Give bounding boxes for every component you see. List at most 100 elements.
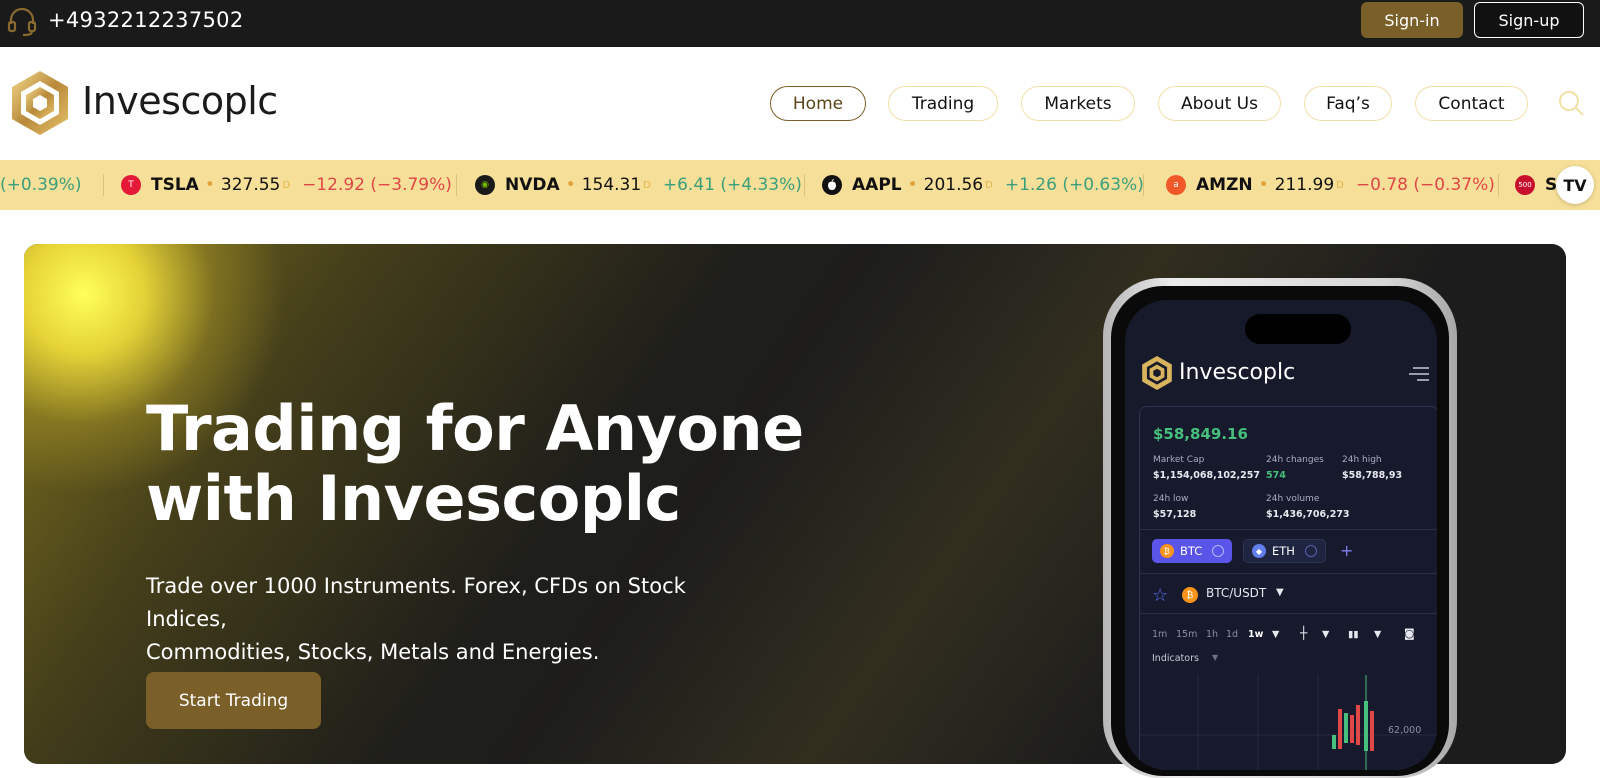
ticker-bullet: • [907,175,918,195]
chip-label: BTC [1180,544,1203,558]
ticker-price: 211.99 [1274,175,1335,195]
price-axis-label: 62,000 [1388,725,1422,736]
btc-price: $58,849.16 [1153,425,1248,443]
ticker-price: 327.55 [220,175,281,195]
apple-glyph-icon [828,179,836,190]
market-stats-card: $58,849.16 Market Cap $1,154,068,102,257… [1139,406,1437,770]
hero-subtitle-line-1: Trade over 1000 Instruments. Forex, CFDs… [146,574,686,631]
headset-icon [7,7,37,37]
chart-candle [1370,711,1374,751]
trading-pair: BTC/USDT [1206,586,1267,600]
ticker-partial-item[interactable]: (+0.39%) [0,160,82,210]
change-label: 24h changes [1266,455,1324,465]
phone-number[interactable]: +4932212237502 [48,8,244,32]
chart-candle [1350,715,1354,743]
phone-screen: Invescoplc $58,849.16 Market Cap $1,154,… [1125,300,1437,770]
chevron-down-icon: ▼ [1322,629,1330,640]
bitcoin-icon: ₿ [1182,587,1198,603]
hero-title-line-1: Trading for Anyone [146,392,804,465]
chevron-down-icon: ▼ [1272,629,1280,640]
high-label: 24h high [1342,455,1382,465]
volume-label: 24h volume [1266,494,1320,504]
low-value: $57,128 [1153,509,1197,520]
chip-btc: ₿ BTC [1152,539,1233,563]
apple-logo-icon [822,175,842,195]
ticker-divider [1498,174,1499,196]
close-circle-icon [1304,545,1317,557]
sign-in-button[interactable]: Sign-in [1361,2,1463,38]
ticker-suffix: D [985,179,993,191]
app-logo-icon [1142,356,1172,390]
nav-trading[interactable]: Trading [888,86,998,121]
high-value: $58,788,93 [1342,470,1403,481]
ticker-divider [103,174,104,196]
chart-candle [1364,701,1368,751]
hero-title: Trading for Anyone with Invescoplc [146,394,846,534]
ticker-symbol: AMZN [1196,175,1253,195]
nav-contact[interactable]: Contact [1415,86,1528,121]
brand-name[interactable]: Invescoplc [82,79,278,123]
sign-up-button[interactable]: Sign-up [1474,2,1584,38]
ticker-bullet: • [1258,175,1269,195]
chip-eth: ◆ ETH [1243,539,1326,563]
ticker-change: +6.41 (+4.33%) [662,175,802,195]
hero-title-line-2: with Invescoplc [146,462,681,535]
phone-notch [1245,314,1351,344]
main-navigation: Invescoplc Home Trading Markets About Us… [0,47,1600,160]
chart-candle [1356,705,1360,745]
market-cap-value: $1,154,068,102,257 [1153,470,1260,481]
mini-candlestick-chart [1140,675,1437,770]
bitcoin-icon: ₿ [1160,544,1174,558]
candlestick-icon: ▮▮ [1348,629,1359,640]
timeframe-15m: 15m [1176,629,1198,640]
amazon-logo-icon: a [1166,175,1186,195]
nav-faqs[interactable]: Faq’s [1304,86,1392,121]
chart-candle [1332,735,1336,749]
ticker-bullet: • [204,175,215,195]
ticker-change: +1.26 (+0.63%) [1004,175,1144,195]
ticker-suffix: D [282,179,291,191]
ticker-item-nvda[interactable]: ◉ NVDA • 154.31 D +6.41 (+4.33%) [475,160,802,210]
nav-about-us[interactable]: About Us [1158,86,1281,121]
tesla-logo-icon: T [121,175,141,195]
ticker-divider [456,174,457,196]
phone-mockup: Invescoplc $58,849.16 Market Cap $1,154,… [1103,278,1457,778]
search-icon[interactable] [1556,88,1586,118]
ticker-price: 201.56 [923,175,984,195]
hamburger-menu-icon [1409,367,1429,381]
invescoplc-logo-icon[interactable] [6,69,74,137]
ticker-change: −0.78 (−0.37%) [1355,175,1495,195]
timeframe-1d: 1d [1226,629,1239,640]
chart-candle [1338,709,1342,749]
star-outline-icon: ☆ [1152,585,1169,606]
divider [1140,529,1437,530]
ticker-suffix: D [1336,179,1344,191]
ticker-symbol: NVDA [505,175,560,195]
ticker-divider [1143,174,1144,196]
ticker-change: −12.92 (−3.79%) [302,175,452,195]
ticker-item-aapl[interactable]: AAPL • 201.56 D +1.26 (+0.63%) [822,160,1144,210]
nav-markets[interactable]: Markets [1021,86,1135,121]
timeframe-1m: 1m [1152,629,1168,640]
chevron-down-icon: ▼ [1276,587,1284,598]
hero-subtitle: Trade over 1000 Instruments. Forex, CFDs… [146,570,766,669]
timeframe-1h: 1h [1206,629,1219,640]
ticker-item-tsla[interactable]: T TSLA • 327.55 D −12.92 (−3.79%) [121,160,452,210]
close-circle-icon [1212,545,1225,557]
volume-value: $1,436,706,273 [1266,509,1350,520]
tradingview-badge-icon[interactable]: TV [1556,166,1594,204]
ticker-item-amzn[interactable]: a AMZN • 211.99 D −0.78 (−0.37%) [1166,160,1495,210]
start-trading-button[interactable]: Start Trading [146,672,321,729]
top-bar: +4932212237502 Sign-in Sign-up [0,0,1600,47]
stock-ticker: (+0.39%) T TSLA • 327.55 D −12.92 (−3.79… [0,160,1600,210]
low-label: 24h low [1153,494,1189,504]
ethereum-icon: ◆ [1252,544,1266,558]
nav-home[interactable]: Home [770,86,866,121]
ticker-divider [804,174,805,196]
chip-label: ETH [1272,544,1295,558]
market-cap-label: Market Cap [1153,455,1205,465]
add-pair-icon: + [1340,541,1354,560]
hero-subtitle-line-2: Commodities, Stocks, Metals and Energies… [146,640,600,664]
divider [1140,613,1437,614]
timeframe-1w: 1w [1248,629,1264,640]
